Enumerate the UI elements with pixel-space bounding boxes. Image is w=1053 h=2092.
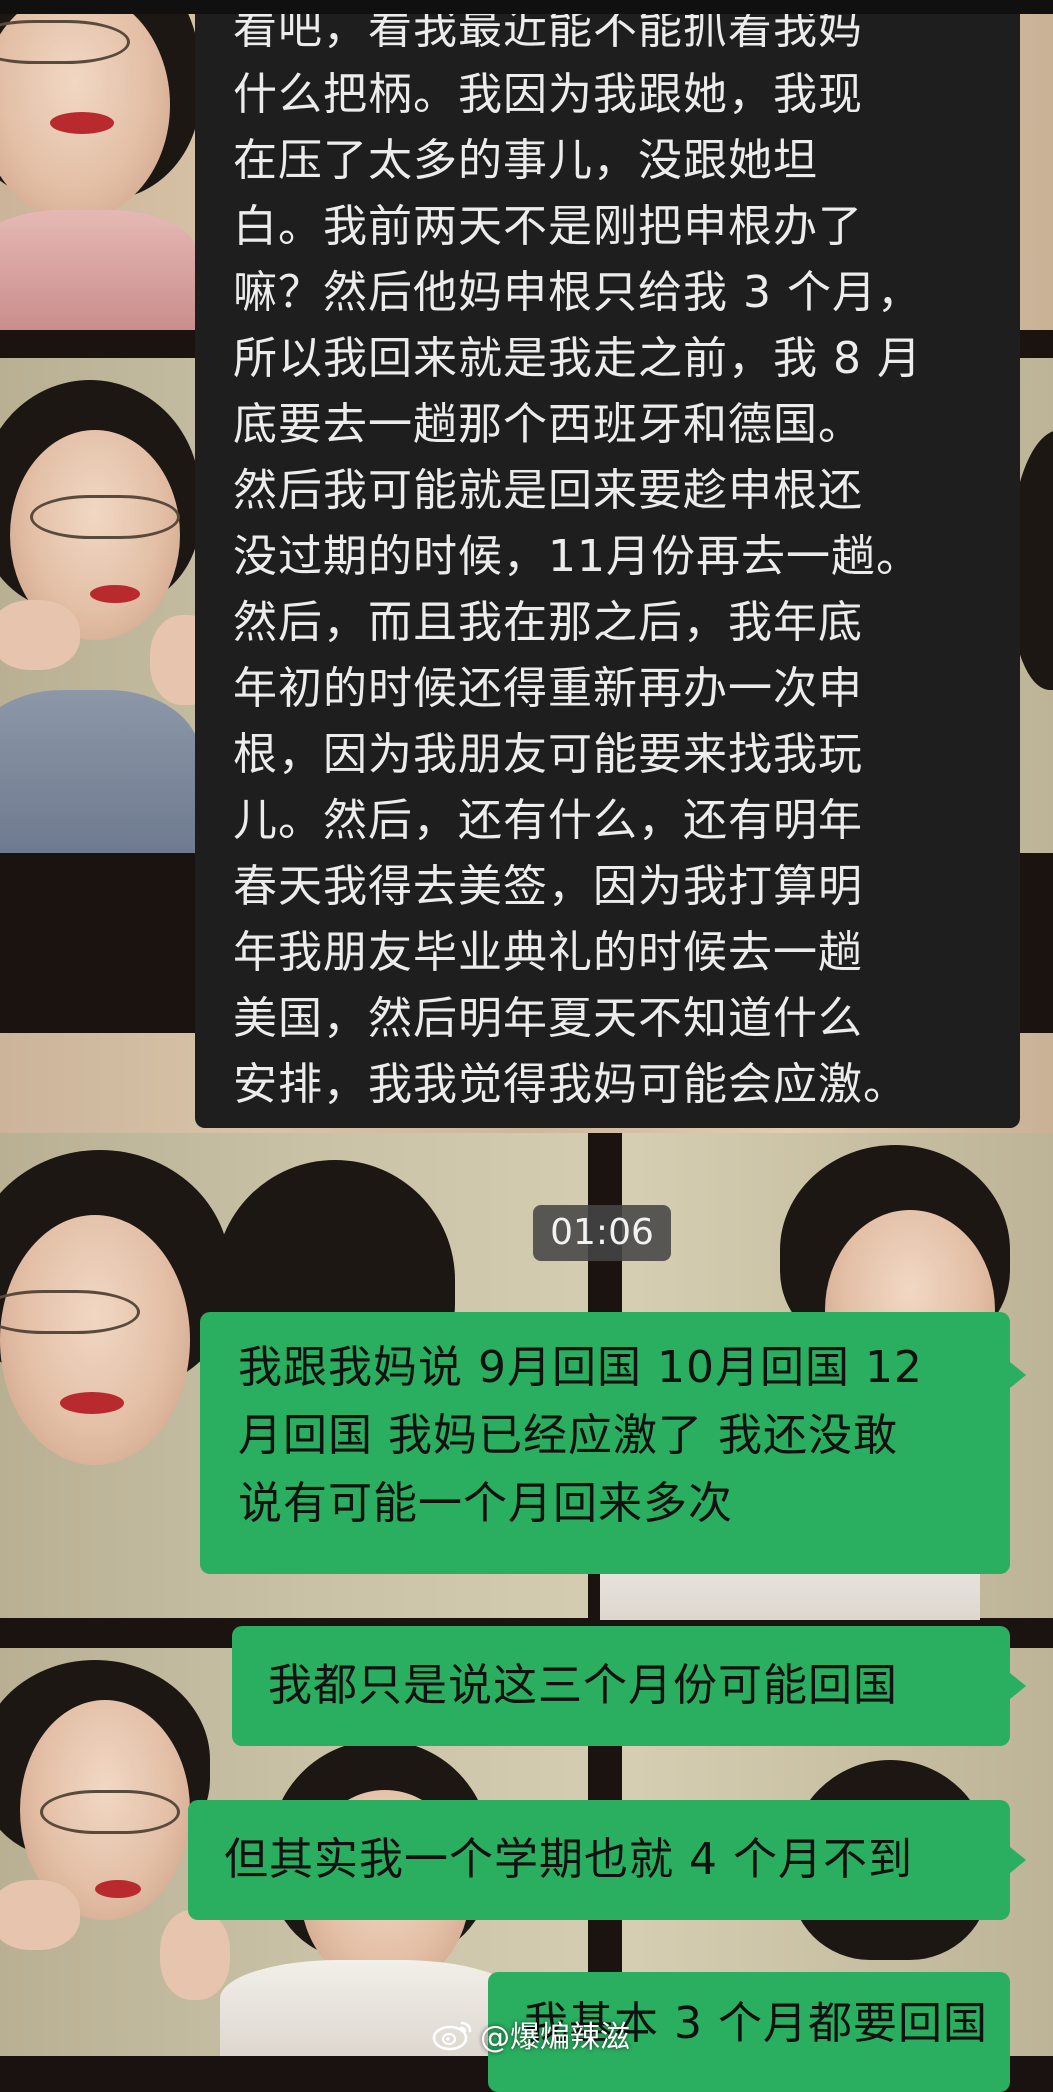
wallpaper-photo	[0, 690, 200, 853]
wallpaper-photo	[0, 20, 130, 64]
outgoing-message-bubble[interactable]: 但其实我一个学期也就 4 个月不到	[188, 1800, 1010, 1920]
message-line: 但其实我一个学期也就 4 个月不到	[224, 1834, 913, 1885]
message-line: 美国，然后明年夏天不知道什么	[233, 993, 863, 1044]
wallpaper-photo	[95, 1880, 141, 1898]
bubble-tail	[1010, 1362, 1026, 1388]
watermark-text: @爆煸辣滋	[480, 2020, 630, 2055]
message-line: 根，因为我朋友可能要来找我玩	[233, 729, 863, 780]
message-line: 在压了太多的事儿，没跟她坦	[233, 135, 818, 186]
message-line: 年我朋友毕业典礼的时候去一趟	[233, 927, 863, 978]
wallpaper-photo	[60, 1392, 124, 1414]
wallpaper-photo	[160, 1910, 230, 2000]
outgoing-message-bubble[interactable]: 我都只是说这三个月份可能回国	[232, 1626, 1010, 1746]
wallpaper-photo	[0, 210, 200, 330]
outgoing-message-bubble[interactable]: 我跟我妈说 9月回国 10月回国 12 月回国 我妈已经应激了 我还没敢 说有可…	[200, 1312, 1010, 1574]
message-line: 什么把柄。我因为我跟她，我现	[233, 69, 863, 120]
wallpaper-photo	[0, 1290, 140, 1334]
message-line: 然后我可能就是回来要趁申根还	[233, 465, 863, 516]
message-line: 我跟我妈说 9月回国 10月回国 12	[238, 1342, 923, 1393]
message-line: 嘛？然后他妈申根只给我 3 个月，	[233, 267, 922, 318]
message-line: 白。我前两天不是刚把申根办了	[233, 201, 863, 252]
message-line: 年初的时候还得重新再办一次申	[233, 663, 863, 714]
weibo-icon	[432, 2021, 472, 2051]
message-line: 然后，而且我在那之后，我年底	[233, 597, 863, 648]
bubble-tail	[1010, 1847, 1026, 1873]
timestamp-chip: 01:06	[533, 1205, 671, 1261]
incoming-message-bubble[interactable]: 看吧，看我最近能不能抓着我妈 什么把柄。我因为我跟她，我现 在压了太多的事儿，没跟她…	[195, 0, 1020, 1128]
wallpaper-photo	[90, 585, 140, 603]
wallpaper-photo	[0, 600, 80, 670]
message-line: 所以我回来就是我走之前，我 8 月	[233, 333, 922, 384]
wallpaper-photo	[0, 1880, 80, 1950]
message-line: 没过期的时候，11月份再去一趟。	[233, 531, 921, 582]
bubble-tail	[1010, 1673, 1026, 1699]
wallpaper-photo	[50, 112, 114, 134]
message-line: 底要去一趟那个西班牙和德国。	[233, 399, 863, 450]
wallpaper-photo	[40, 1790, 180, 1834]
watermark: @爆煸辣滋	[432, 2012, 630, 2056]
message-line: 儿。然后，还有什么，还有明年	[233, 795, 863, 846]
message-line: 春天我得去美签，因为我打算明	[233, 861, 863, 912]
message-line: 月回国 我妈已经应激了 我还没敢	[238, 1410, 898, 1461]
status-strip	[0, 0, 1053, 14]
message-line: 我都只是说这三个月份可能回国	[268, 1660, 898, 1711]
wallpaper-photo	[0, 1215, 190, 1465]
wallpaper-photo	[30, 495, 180, 539]
incoming-message-text: 看吧，看我最近能不能抓着我妈 什么把柄。我因为我跟她，我现 在压了太多的事儿，没跟她…	[233, 0, 922, 1118]
message-line: 安排，我我觉得我妈可能会应激。	[233, 1059, 908, 1110]
message-line: 说有可能一个月回来多次	[238, 1478, 733, 1529]
